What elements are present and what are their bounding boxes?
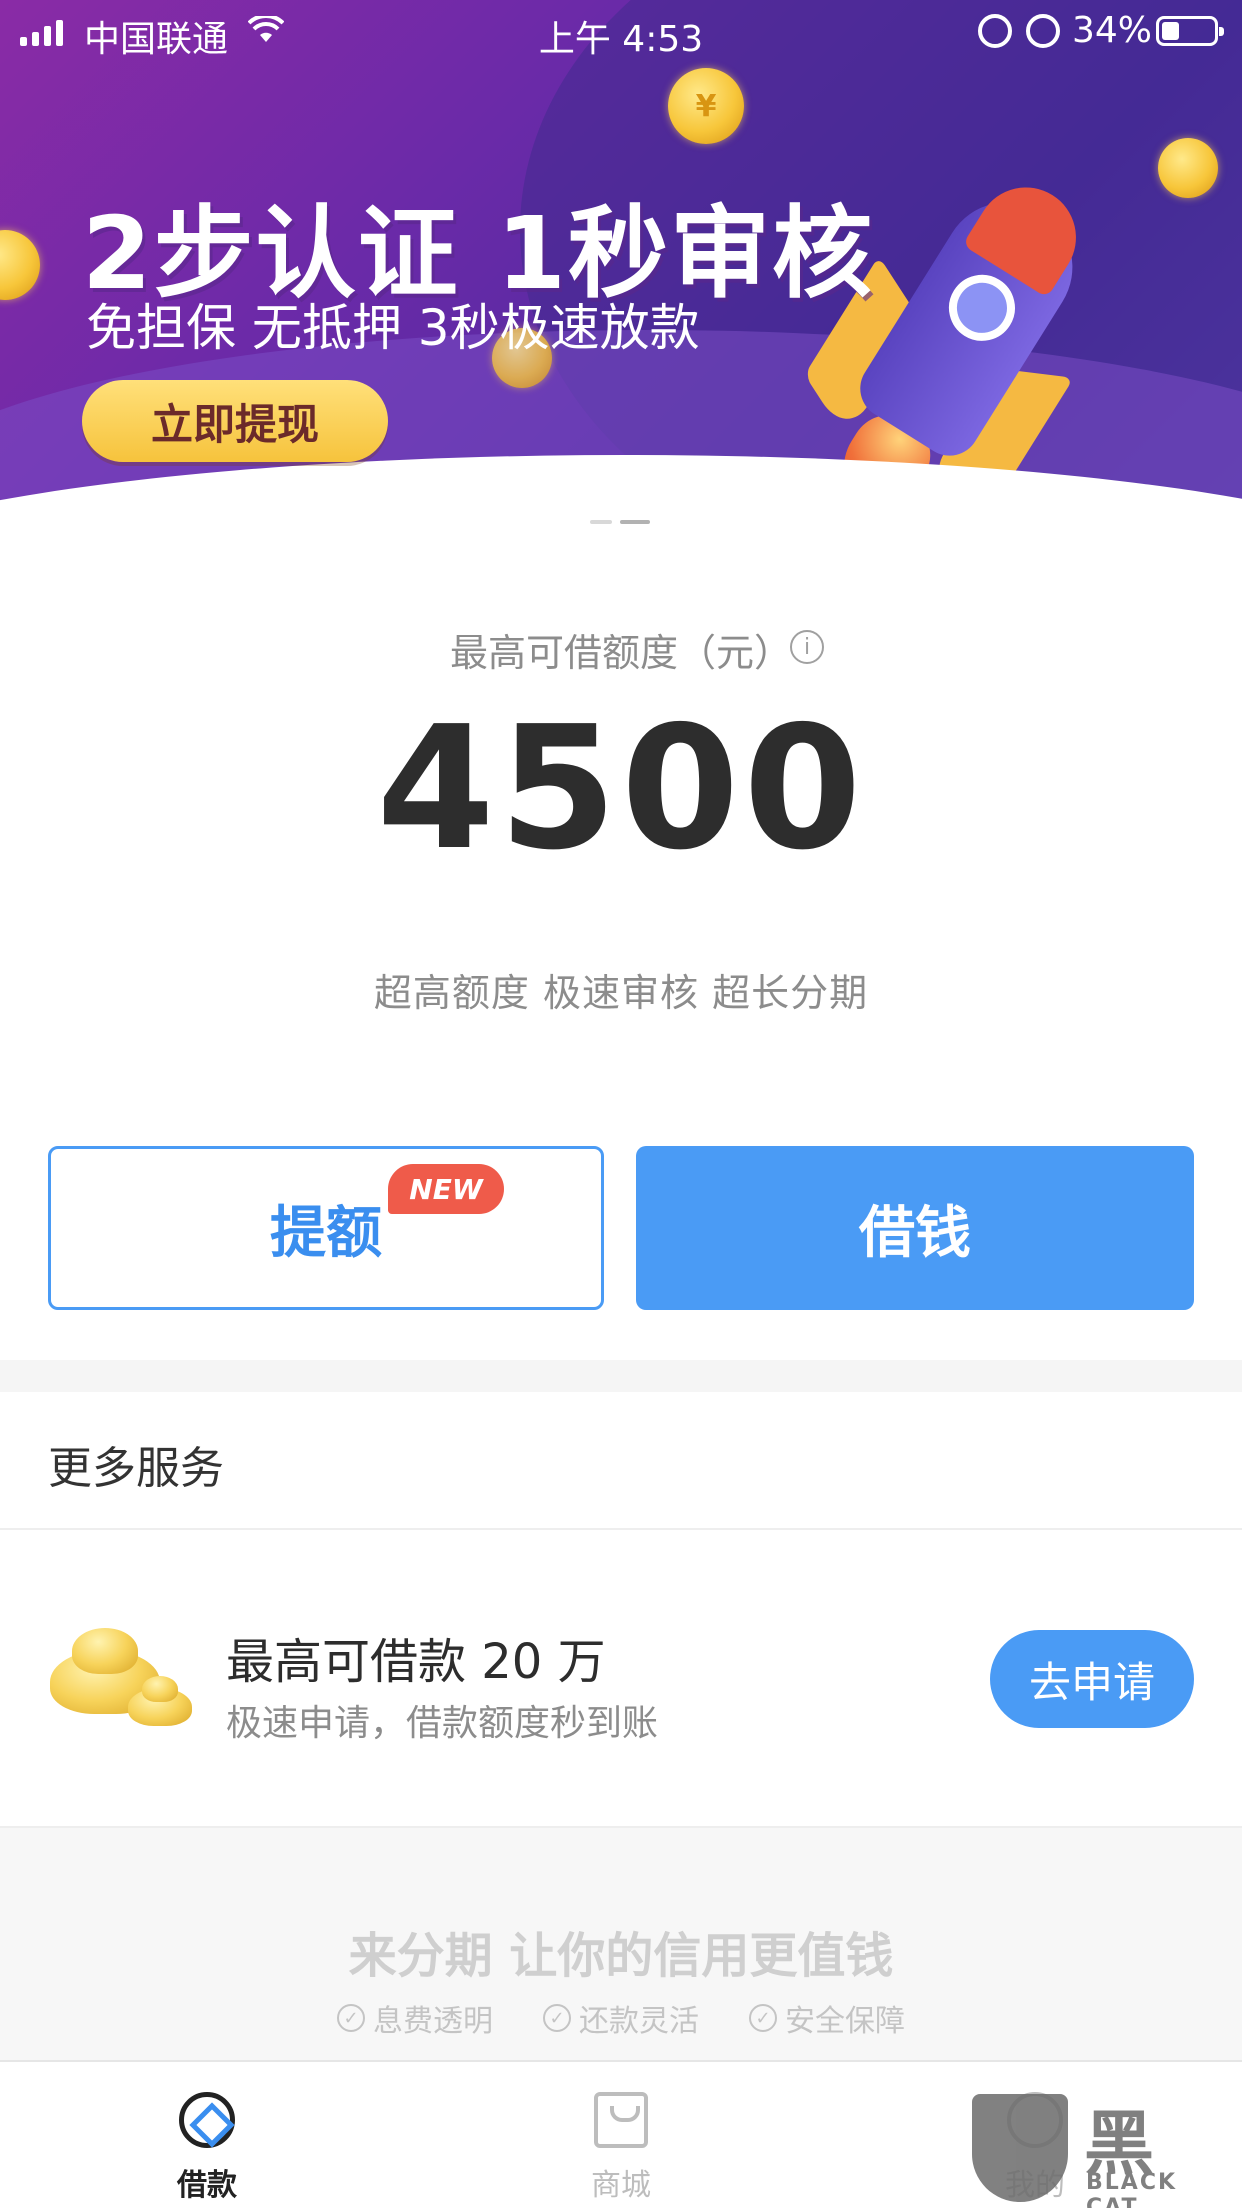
alarm-icon bbox=[1026, 14, 1060, 48]
feature-label: 安全保障 bbox=[785, 2004, 905, 2039]
coin-icon: ¥ bbox=[668, 68, 744, 144]
tab-label: 借款 bbox=[177, 2168, 237, 2203]
section-divider bbox=[0, 1360, 1242, 1392]
divider bbox=[0, 1528, 1242, 1530]
withdraw-now-button[interactable]: 立即提现 bbox=[82, 380, 388, 462]
more-services-title: 更多服务 bbox=[48, 1443, 224, 1494]
feature-item: ✓ 还款灵活 bbox=[543, 1996, 699, 2040]
cat-shield-logo-icon bbox=[972, 2094, 1068, 2202]
check-circle-icon: ✓ bbox=[543, 2004, 571, 2032]
status-bar: 中国联通 上午 4:53 34% bbox=[0, 0, 1242, 64]
gold-ingot-icon bbox=[50, 1620, 200, 1730]
feature-item: ✓ 息费透明 bbox=[337, 1996, 493, 2040]
carousel-dot-active bbox=[620, 520, 650, 524]
feature-label: 还款灵活 bbox=[579, 2004, 699, 2039]
max-limit-amount: 4500 bbox=[376, 690, 866, 888]
blackcat-watermark: 黑猫 BLACK CAT bbox=[972, 2094, 1222, 2208]
service-title: 最高可借款 20 万 bbox=[226, 1634, 606, 1690]
raise-limit-button[interactable]: 提额 bbox=[48, 1146, 604, 1310]
check-circle-icon: ✓ bbox=[337, 2004, 365, 2032]
battery-icon bbox=[1156, 16, 1224, 46]
tab-label: 商城 bbox=[591, 2168, 651, 2203]
loan-icon bbox=[179, 2092, 235, 2148]
feature-list: ✓ 息费透明 ✓ 还款灵活 ✓ 安全保障 bbox=[0, 1996, 1242, 2040]
tab-loan[interactable]: 借款 bbox=[0, 2062, 414, 2208]
coin-icon bbox=[1158, 138, 1218, 198]
service-subtitle: 极速申请，借款额度秒到账 bbox=[226, 1703, 659, 1744]
watermark-en: BLACK CAT bbox=[1086, 2170, 1178, 2208]
brand-slogan: 来分期 让你的信用更值钱 bbox=[348, 1928, 894, 1984]
apply-button[interactable]: 去申请 bbox=[990, 1630, 1194, 1728]
battery-percent: 34% bbox=[1072, 10, 1153, 51]
info-icon[interactable]: i bbox=[790, 630, 824, 664]
orientation-lock-icon bbox=[978, 14, 1012, 48]
mall-icon bbox=[594, 2092, 648, 2148]
tab-mall[interactable]: 商城 bbox=[414, 2062, 828, 2208]
borrow-button[interactable]: 借钱 bbox=[636, 1146, 1194, 1310]
feature-label: 息费透明 bbox=[373, 2004, 493, 2039]
banner-subtitle: 免担保 无抵押 3秒极速放款 bbox=[86, 299, 700, 357]
carousel-indicator bbox=[590, 520, 650, 524]
limit-tagline: 超高额度 极速审核 超长分期 bbox=[373, 971, 869, 1015]
promo-banner[interactable]: ¥ 2步认证 1秒审核 免担保 无抵押 3秒极速放款 立即提现 bbox=[0, 0, 1242, 540]
check-circle-icon: ✓ bbox=[749, 2004, 777, 2032]
carousel-dot bbox=[590, 520, 612, 524]
max-limit-label: 最高可借额度（元） bbox=[449, 631, 792, 675]
feature-item: ✓ 安全保障 bbox=[749, 1996, 905, 2040]
coin-icon bbox=[0, 230, 40, 300]
new-badge: NEW bbox=[388, 1164, 504, 1214]
